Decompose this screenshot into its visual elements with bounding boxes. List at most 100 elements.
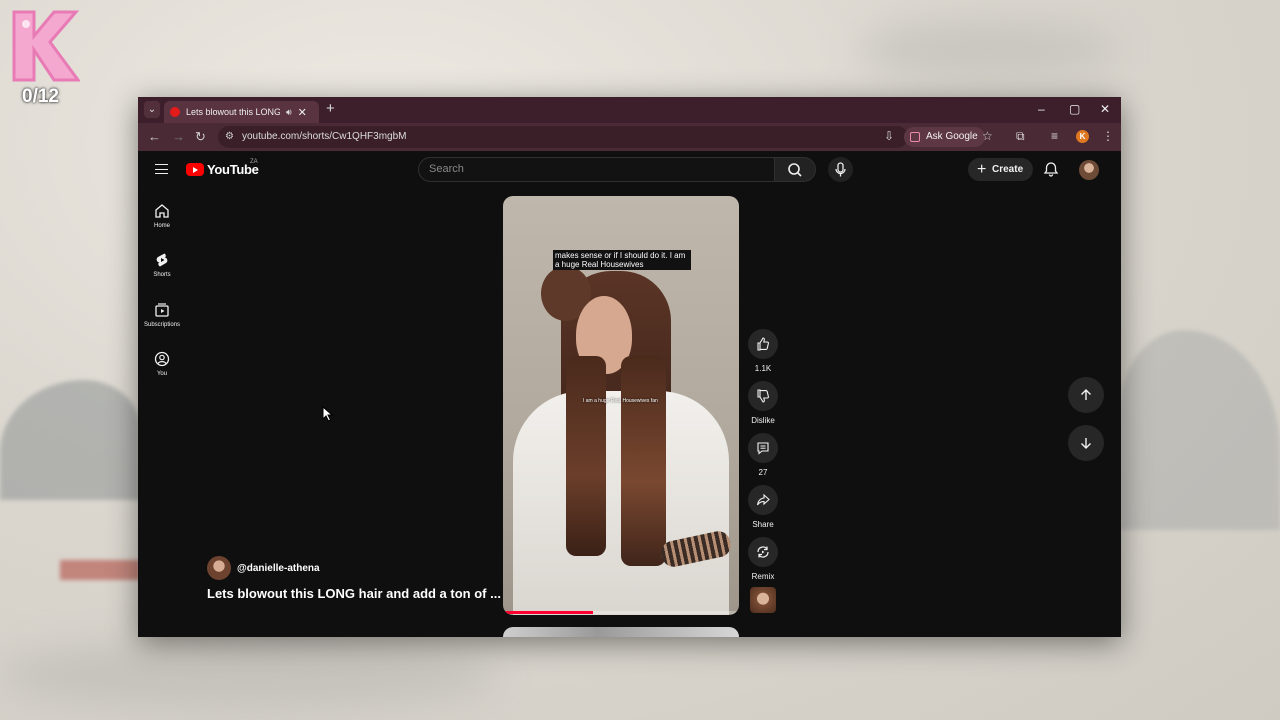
search-icon [788,163,802,177]
share-icon [756,493,770,506]
close-window-button[interactable]: ✕ [1100,102,1110,116]
url-text: youtube.com/shorts/Cw1QHF3mgbM [242,131,407,142]
remix-label: Remix [751,572,775,581]
arrow-down-icon [1081,438,1091,449]
previous-short-button[interactable] [1068,377,1104,413]
microphone-icon [835,162,846,177]
close-tab-icon[interactable]: ✕ [298,106,307,119]
extensions-icon[interactable]: ⧉ [1016,129,1025,144]
like-count: 1.1K [754,364,772,373]
account-avatar[interactable] [1079,160,1099,180]
active-tab[interactable]: Lets blowout this LONG hair 🔊︎ ✕ [164,101,319,123]
create-button[interactable]: + Create [968,158,1034,181]
country-code: ZA [250,159,258,165]
new-tab-button[interactable]: + [326,100,335,117]
install-app-icon[interactable]: ⇩ [884,129,894,143]
ask-google-label: Ask Google [926,131,978,142]
k-logo [8,8,81,84]
like-button[interactable] [748,329,778,359]
back-button[interactable]: ← [148,129,161,144]
video-caption: makes sense or if I should do it. I am a… [553,250,691,270]
channel-avatar[interactable] [207,556,231,580]
arrow-up-icon [1081,389,1091,400]
comments-button[interactable] [748,433,778,463]
maximize-button[interactable]: ▢ [1069,102,1080,116]
subscriptions-icon [155,303,169,317]
plus-icon: + [977,161,987,178]
browser-toolbar: ← → ↻ ⚙ youtube.com/shorts/Cw1QHF3mgbM ⇩… [138,123,1121,151]
remix-icon [757,546,769,558]
forward-button[interactable]: → [172,129,185,144]
ask-google-button[interactable]: Ask Google [904,127,985,147]
search-button[interactable] [774,157,816,182]
like-action[interactable]: 1.1K [748,329,778,373]
channel-info[interactable]: @danielle-athena [207,556,320,580]
video-title[interactable]: Lets blowout this LONG hair and add a to… [207,586,501,601]
video-frame-hair-left [566,356,606,556]
reload-button[interactable]: ↻ [195,129,206,145]
share-action[interactable]: Share [748,485,778,529]
channel-name[interactable]: @danielle-athena [237,563,320,574]
user-circle-icon [154,351,170,367]
youtube-logo[interactable]: YouTube [186,162,259,177]
home-icon [155,204,169,218]
video-progress-bar[interactable] [505,611,737,614]
mountain-silhouette [0,380,140,500]
sidebar-item-label: Subscriptions [143,322,181,328]
tab-search-dropdown[interactable]: ⌄ [144,101,160,118]
sound-thumbnail[interactable] [750,587,776,613]
shorts-video-player[interactable]: makes sense or if I should do it. I am a… [503,196,739,615]
youtube-favicon-icon [170,107,180,117]
sidebar-item-label: Shorts [153,272,171,278]
video-frame-hair-right [621,356,666,566]
remix-action[interactable]: Remix [748,537,778,581]
comments-action[interactable]: 27 [748,433,778,477]
mist-cloud [0,640,500,710]
mountain-silhouette [60,560,140,580]
youtube-page: YouTube ZA Search + Create Home Shorts S… [138,151,1121,637]
sidebar-item-label: You [156,371,168,377]
dislike-label: Dislike [751,416,775,425]
youtube-play-icon [186,163,204,176]
sidebar-item-subscriptions[interactable]: Subscriptions [138,302,186,328]
sidebar-item-shorts[interactable]: Shorts [138,252,186,278]
next-short-preview[interactable] [503,627,739,637]
menu-icon[interactable] [155,164,168,174]
thumbs-down-icon [757,389,769,403]
minimize-button[interactable]: – [1038,102,1045,116]
address-bar[interactable]: ⚙ youtube.com/shorts/Cw1QHF3mgbM [218,126,908,148]
tab-title: Lets blowout this LONG hair [186,107,280,117]
bookmark-star-icon[interactable]: ☆ [982,129,993,143]
share-label: Share [752,520,774,529]
create-label: Create [992,164,1024,175]
comment-icon [757,442,769,455]
browser-window: ⌄ Lets blowout this LONG hair 🔊︎ ✕ + – ▢… [138,97,1121,637]
video-progress-fill [505,611,594,614]
share-button[interactable] [748,485,778,515]
shorts-icon [156,253,168,267]
remix-button[interactable] [748,537,778,567]
sidebar-item-home[interactable]: Home [138,203,186,229]
speaker-icon[interactable]: 🔊︎ [286,107,292,118]
counter-text: 0/12 [22,86,59,107]
search-input[interactable]: Search [418,157,776,182]
mist-cloud [860,20,1120,80]
thumbs-up-icon [757,337,769,351]
video-overlay-text: I am a huge Real Housewives fan [583,398,658,404]
lens-icon [910,132,920,142]
site-info-icon[interactable]: ⚙ [225,131,236,142]
media-controls-icon[interactable]: ≡ [1051,129,1058,143]
notifications-bell-icon[interactable] [1043,161,1059,177]
profile-avatar[interactable]: K [1076,130,1089,143]
mountain-silhouette [1120,330,1280,530]
next-short-button[interactable] [1068,425,1104,461]
comment-count: 27 [758,468,768,477]
dislike-action[interactable]: Dislike [748,381,778,425]
voice-search-button[interactable] [828,157,853,182]
sidebar-item-label: Home [153,223,170,229]
dislike-button[interactable] [748,381,778,411]
tab-strip: ⌄ Lets blowout this LONG hair 🔊︎ ✕ + – ▢… [138,97,1121,123]
mouse-cursor-icon [322,406,334,422]
browser-menu-icon[interactable]: ⋮ [1102,129,1114,143]
sidebar-item-you[interactable]: You [138,351,186,377]
